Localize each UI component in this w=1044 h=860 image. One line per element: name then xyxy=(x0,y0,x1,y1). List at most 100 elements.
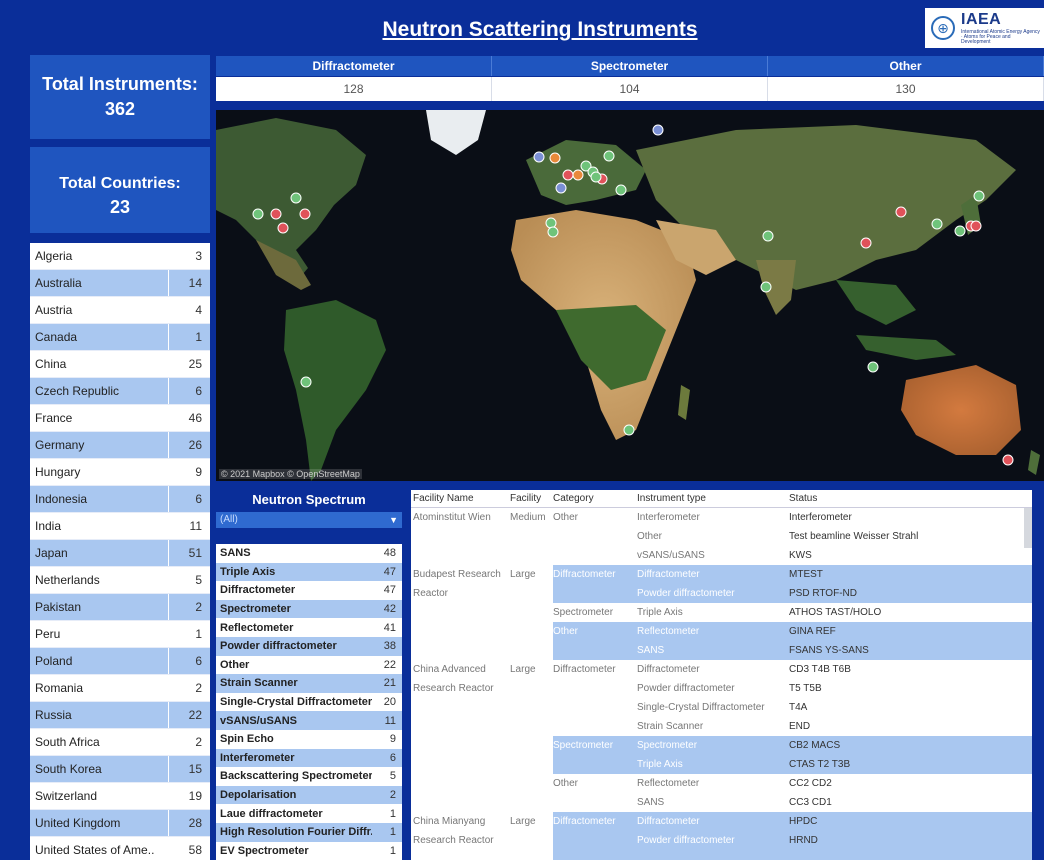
spectrum-row[interactable]: Powder diffractometer 38 xyxy=(216,636,402,656)
spectrum-row[interactable]: Diffractometer 47 xyxy=(216,581,402,600)
country-row[interactable]: Japan 51 xyxy=(30,540,210,567)
map-marker[interactable] xyxy=(549,152,561,164)
header-facility-size[interactable]: Facility xyxy=(510,490,553,507)
map-credit[interactable]: © 2021 Mapbox © OpenStreetMap xyxy=(219,469,362,479)
world-map[interactable]: © 2021 Mapbox © OpenStreetMap xyxy=(216,110,1044,481)
map-marker[interactable] xyxy=(603,150,615,162)
country-row[interactable]: France 46 xyxy=(30,405,210,432)
country-row[interactable]: China 25 xyxy=(30,351,210,378)
spectrum-row[interactable]: Interferometer 6 xyxy=(216,748,402,768)
country-row[interactable]: Austria 4 xyxy=(30,297,210,324)
spectrum-row[interactable]: Spin Echo 9 xyxy=(216,730,402,749)
spectrum-row[interactable]: Backscattering Spectrometer 5 xyxy=(216,767,402,786)
header-status[interactable]: Status xyxy=(787,490,1032,507)
map-marker[interactable] xyxy=(277,222,289,234)
map-marker[interactable] xyxy=(590,171,602,183)
map-marker[interactable] xyxy=(931,218,943,230)
chevron-down-icon[interactable]: ▼ xyxy=(389,512,398,528)
map-marker[interactable] xyxy=(290,192,302,204)
table-row[interactable]: Spectrometer Triple Axis ATHOS TAST/HOLO xyxy=(411,603,1032,622)
spectrum-row[interactable]: Single-Crystal Diffractometer 20 xyxy=(216,693,402,712)
map-marker[interactable] xyxy=(545,217,557,229)
spectrum-row[interactable]: Reflectometer 41 xyxy=(216,618,402,637)
country-row[interactable]: Peru 1 xyxy=(30,621,210,648)
spectrum-row[interactable]: EV Spectrometer 1 xyxy=(216,842,402,860)
country-row[interactable]: Czech Republic 6 xyxy=(30,378,210,405)
map-marker[interactable] xyxy=(860,237,872,249)
category-other-header[interactable]: Other xyxy=(768,56,1044,76)
table-row[interactable]: Research Reactor Powder diffractometer HRN… xyxy=(411,831,1032,850)
map-marker[interactable] xyxy=(270,208,282,220)
map-marker[interactable] xyxy=(970,220,982,232)
category-diffractometer-header[interactable]: Diffractometer xyxy=(216,56,492,76)
country-row[interactable]: Hungary 9 xyxy=(30,459,210,486)
map-marker[interactable] xyxy=(300,376,312,388)
country-row[interactable]: India 11 xyxy=(30,513,210,540)
country-row[interactable]: South Korea 15 xyxy=(30,756,210,783)
table-row[interactable]: China Advanced Large Diffractometer Diffrac… xyxy=(411,660,1032,679)
country-row[interactable]: Australia 14 xyxy=(30,270,210,297)
spectrum-row[interactable]: High Resolution Fourier Diffr.. 1 xyxy=(216,822,402,842)
map-marker[interactable] xyxy=(572,169,584,181)
country-row[interactable]: Russia 22 xyxy=(30,702,210,729)
map-marker[interactable] xyxy=(615,184,627,196)
table-row[interactable]: vSANS/uSANS KWS xyxy=(411,546,1032,565)
map-marker[interactable] xyxy=(252,208,264,220)
table-row[interactable]: SANS CC3 CD1 xyxy=(411,793,1032,812)
country-row[interactable]: Netherlands 5 xyxy=(30,567,210,594)
spectrum-row[interactable]: Other 22 xyxy=(216,656,402,675)
country-row[interactable]: Romania 2 xyxy=(30,675,210,702)
map-marker[interactable] xyxy=(623,424,635,436)
map-marker[interactable] xyxy=(555,182,567,194)
map-marker[interactable] xyxy=(533,151,545,163)
country-row[interactable]: Switzerland 19 xyxy=(30,783,210,810)
table-row[interactable]: Atominstitut Wien Medium Other Interferomet… xyxy=(411,508,1032,527)
spectrum-row[interactable]: Depolarisation 2 xyxy=(216,785,402,805)
spectrum-row[interactable]: Spectrometer 42 xyxy=(216,599,402,619)
category-spectrometer-header[interactable]: Spectrometer xyxy=(492,56,768,76)
country-row[interactable]: South Africa 2 xyxy=(30,729,210,756)
world-map-canvas[interactable] xyxy=(216,110,1044,481)
map-marker[interactable] xyxy=(547,226,559,238)
country-row[interactable]: United States of Ame.. 58 xyxy=(30,837,210,860)
map-marker[interactable] xyxy=(1002,454,1014,466)
table-row[interactable]: Budapest Research Large Diffractometer Diff… xyxy=(411,565,1032,584)
table-row[interactable]: China Mianyang Large Diffractometer Diffrac… xyxy=(411,812,1032,831)
spectrum-row[interactable]: SANS 48 xyxy=(216,544,402,563)
country-row[interactable]: Poland 6 xyxy=(30,648,210,675)
country-row[interactable]: Algeria 3 xyxy=(30,243,210,270)
header-instrument-type[interactable]: Instrument type xyxy=(637,490,787,507)
spectrum-row[interactable]: Laue diffractometer 1 xyxy=(216,804,402,823)
country-row[interactable]: United Kingdom 28 xyxy=(30,810,210,837)
spectrum-row[interactable]: Strain Scanner 21 xyxy=(216,674,402,693)
table-row[interactable]: Research Reactor Powder diffractometer T5 … xyxy=(411,679,1032,698)
map-marker[interactable] xyxy=(954,225,966,237)
header-category[interactable]: Category xyxy=(553,490,637,507)
table-row[interactable]: Single-Crystal Diffractometer T4A xyxy=(411,698,1032,717)
country-row[interactable]: Indonesia 6 xyxy=(30,486,210,513)
table-row[interactable]: Other Reflectometer CC2 CD2 xyxy=(411,774,1032,793)
map-marker[interactable] xyxy=(652,124,664,136)
spectrum-row[interactable]: Triple Axis 47 xyxy=(216,562,402,582)
country-row[interactable]: Pakistan 2 xyxy=(30,594,210,621)
country-row[interactable]: Canada 1 xyxy=(30,324,210,351)
header-facility-name[interactable]: Facility Name xyxy=(411,490,510,507)
table-row[interactable]: Strain Scanner END xyxy=(411,717,1032,736)
table-row[interactable]: Spectrometer Spectrometer CB2 MACS xyxy=(411,736,1032,755)
country-row[interactable]: Germany 26 xyxy=(30,432,210,459)
table-row[interactable]: SANS FSANS YS-SANS xyxy=(411,641,1032,660)
map-marker[interactable] xyxy=(760,281,772,293)
map-marker[interactable] xyxy=(562,169,574,181)
map-marker[interactable] xyxy=(973,190,985,202)
table-row[interactable]: Other Reflectometer GINA REF xyxy=(411,622,1032,641)
map-marker[interactable] xyxy=(762,230,774,242)
spectrum-row[interactable]: vSANS/uSANS 11 xyxy=(216,711,402,730)
map-marker[interactable] xyxy=(299,208,311,220)
neutron-spectrum-filter[interactable]: (All) ▼ xyxy=(216,512,402,528)
map-marker[interactable] xyxy=(895,206,907,218)
table-row[interactable] xyxy=(411,850,1032,860)
map-marker[interactable] xyxy=(867,361,879,373)
table-scrollbar[interactable] xyxy=(1024,508,1032,548)
table-row[interactable]: Triple Axis CTAS T2 T3B xyxy=(411,755,1032,774)
table-row[interactable]: Other Test beamline Weisser Strahl xyxy=(411,527,1032,546)
